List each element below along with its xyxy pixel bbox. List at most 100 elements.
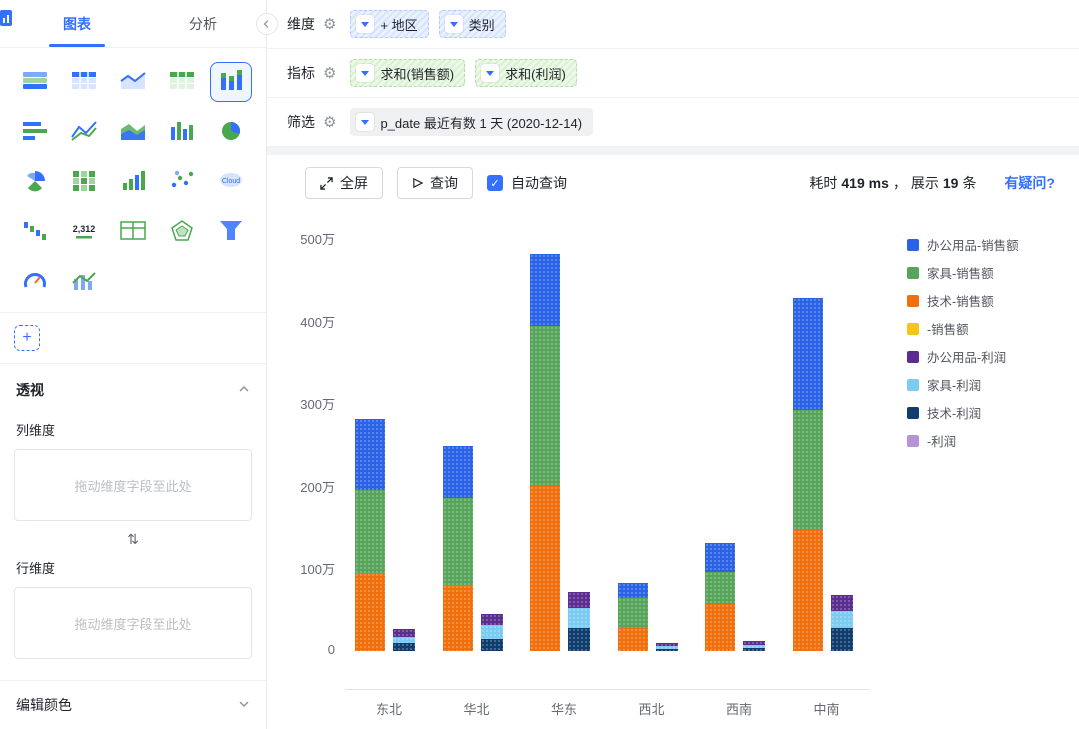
chevron-up-icon[interactable] (238, 382, 250, 398)
bar-segment-技术-利润[interactable] (830, 627, 853, 651)
legend-item-家具-利润[interactable]: 家具-利润 (907, 375, 1019, 394)
bar-segment-办公用品-利润[interactable] (480, 613, 503, 625)
legend-item-家具-销售额[interactable]: 家具-销售额 (907, 263, 1019, 282)
chart-type-line-chart[interactable] (63, 112, 105, 152)
chart-type-word-cloud-chart[interactable]: Cloud (210, 162, 252, 202)
bar-segment-家具-销售额[interactable] (442, 498, 473, 585)
bar-segment-技术-利润[interactable] (655, 648, 678, 651)
chart-type-line-area-chart[interactable] (112, 62, 154, 102)
legend-item--销售额[interactable]: -销售额 (907, 319, 1019, 338)
bar-segment-技术-利润[interactable] (480, 638, 503, 651)
help-link[interactable]: 有疑问? (1004, 173, 1055, 193)
chart-type-pie-chart[interactable] (210, 112, 252, 152)
chart-type-combo-chart[interactable] (63, 262, 105, 302)
bar-segment-办公用品-销售额[interactable] (530, 253, 560, 327)
metric-pill[interactable]: 求和(销售额) (350, 59, 466, 87)
legend-item-技术-利润[interactable]: 技术-利润 (907, 403, 1019, 422)
chart-type-radar-chart[interactable] (161, 212, 203, 252)
query-button[interactable]: 查询 (397, 167, 473, 199)
legend-item-技术-销售额[interactable]: 技术-销售额 (907, 291, 1019, 310)
bar-profit-华东[interactable] (568, 591, 590, 651)
add-chart-type-button[interactable]: + (14, 325, 40, 351)
bar-segment-办公用品-利润[interactable] (568, 591, 590, 609)
bar-segment-办公用品-销售额[interactable] (617, 583, 648, 599)
gear-icon[interactable]: ⚙ (323, 113, 336, 131)
dimension-pill[interactable]: 类别 (438, 10, 506, 38)
chart-type-table-chart[interactable] (63, 62, 105, 102)
legend-item-办公用品-利润[interactable]: 办公用品-利润 (907, 347, 1019, 366)
gear-icon[interactable]: ⚙ (323, 15, 336, 33)
bar-segment-技术-利润[interactable] (568, 627, 590, 651)
bar-segment-技术-销售额[interactable] (442, 584, 473, 651)
bar-segment-技术-销售额[interactable] (530, 485, 560, 651)
bar-segment-办公用品-销售额[interactable] (355, 418, 385, 490)
bar-sales-华东[interactable] (530, 253, 560, 651)
tab-analysis[interactable]: 分析 (140, 0, 266, 47)
metric-pill[interactable]: 求和(利润) (475, 59, 577, 87)
dropdown-caret-icon[interactable] (356, 113, 375, 131)
bar-sales-西北[interactable] (617, 583, 648, 651)
bar-profit-西南[interactable] (743, 641, 765, 651)
dropdown-caret-icon[interactable] (356, 15, 375, 33)
sidebar-collapse-button[interactable] (256, 13, 278, 35)
bar-segment-家具-销售额[interactable] (355, 489, 385, 573)
bar-segment-家具-利润[interactable] (568, 608, 590, 628)
fullscreen-button[interactable]: 全屏 (305, 167, 383, 199)
gear-icon[interactable]: ⚙ (323, 64, 336, 82)
bar-segment-家具-利润[interactable] (480, 624, 503, 639)
bar-segment-技术-利润[interactable] (743, 647, 765, 651)
dimension-pill[interactable]: + 地区 (350, 10, 429, 38)
bar-segment-技术-销售额[interactable] (355, 572, 385, 651)
chart-type-progress-chart[interactable] (112, 162, 154, 202)
legend-item-办公用品-销售额[interactable]: 办公用品-销售额 (907, 235, 1019, 254)
bar-segment-家具-销售额[interactable] (705, 571, 735, 604)
bar-sales-中南[interactable] (792, 298, 823, 651)
checkbox-checked-icon[interactable]: ✓ (487, 175, 503, 191)
chart-type-rose-chart[interactable] (14, 162, 56, 202)
chart-type-stacked-area-chart[interactable] (14, 62, 56, 102)
swap-dimensions-icon[interactable]: ⇅ (14, 521, 252, 550)
bar-segment-办公用品-销售额[interactable] (442, 446, 473, 499)
bar-segment-家具-销售额[interactable] (617, 598, 648, 628)
bar-profit-东北[interactable] (393, 628, 415, 651)
bar-segment-技术-销售额[interactable] (705, 603, 735, 651)
chart-type-waterfall-chart[interactable] (14, 212, 56, 252)
chart-type-funnel-chart[interactable] (210, 212, 252, 252)
bar-segment-办公用品-销售额[interactable] (792, 298, 823, 410)
bar-segment-技术-销售额[interactable] (792, 529, 823, 651)
chart-type-column-chart[interactable] (161, 112, 203, 152)
bar-segment-家具-销售额[interactable] (530, 326, 560, 486)
chart-type-pivot-table-chart[interactable] (112, 212, 154, 252)
chart-type-grid-table-chart[interactable] (161, 62, 203, 102)
bar-profit-西北[interactable] (655, 642, 678, 651)
chart-type-scatter-chart[interactable] (161, 162, 203, 202)
legend-item--利润[interactable]: -利润 (907, 431, 1019, 450)
bar-sales-华北[interactable] (442, 446, 473, 651)
bar-segment-办公用品-利润[interactable] (393, 628, 415, 637)
chart-type-heatmap-chart[interactable] (63, 162, 105, 202)
bar-segment-办公用品-利润[interactable] (830, 594, 853, 612)
bar-segment-技术-销售额[interactable] (617, 627, 648, 651)
chart-type-horizontal-bar-chart[interactable] (14, 112, 56, 152)
bar-segment-技术-利润[interactable] (393, 642, 415, 651)
chart-type-stacked-column-chart[interactable] (210, 62, 252, 102)
bar-sales-西南[interactable] (705, 542, 735, 651)
auto-query-toggle[interactable]: ✓ 自动查询 (487, 173, 567, 193)
bar-segment-办公用品-销售额[interactable] (705, 542, 735, 572)
tab-charts[interactable]: 图表 (14, 0, 140, 47)
column-dimension-dropzone[interactable]: 拖动维度字段至此处 (14, 449, 252, 521)
chart-type-gauge-chart[interactable] (14, 262, 56, 302)
dropdown-caret-icon[interactable] (356, 64, 375, 82)
bar-segment-家具-利润[interactable] (830, 611, 853, 628)
dropdown-caret-icon[interactable] (481, 64, 500, 82)
filter-pill[interactable]: p_date 最近有数 1 天 (2020-12-14) (350, 108, 594, 136)
chart-type-metric-card-chart[interactable]: 2,312 (63, 212, 105, 252)
edit-color-section[interactable]: 编辑颜色 (0, 680, 266, 729)
chart-type-filled-area-chart[interactable] (112, 112, 154, 152)
dropdown-caret-icon[interactable] (444, 15, 463, 33)
bar-profit-华北[interactable] (480, 613, 503, 651)
bar-sales-东北[interactable] (355, 418, 385, 651)
bar-profit-中南[interactable] (830, 594, 853, 651)
bar-segment-家具-销售额[interactable] (792, 409, 823, 530)
row-dimension-dropzone[interactable]: 拖动维度字段至此处 (14, 587, 252, 659)
